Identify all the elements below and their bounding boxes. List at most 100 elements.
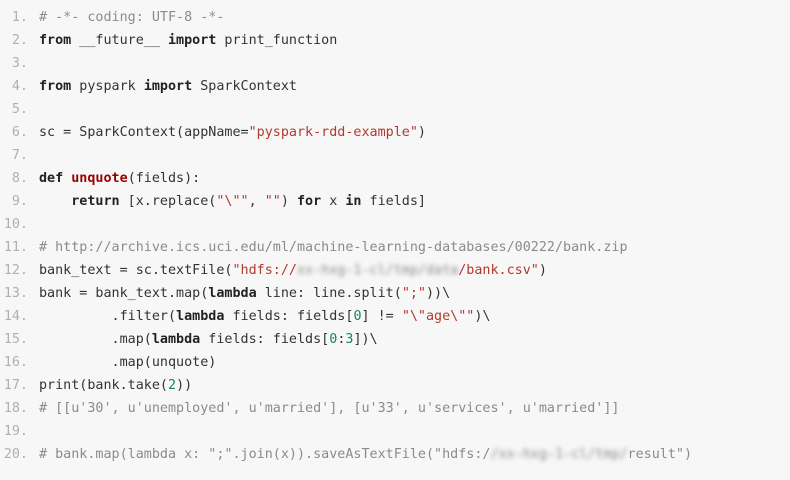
code-token: )): [176, 378, 193, 393]
code-token: def: [39, 171, 64, 186]
code-token: result"): [627, 447, 693, 462]
code-line: 10.: [0, 213, 790, 236]
code-token: fields: fields[: [224, 309, 354, 324]
code-token: "\"age\"": [401, 309, 475, 324]
line-number: 1.: [11, 10, 28, 25]
code-token: __future__: [71, 33, 168, 48]
code-token: .map(: [39, 332, 152, 347]
code-line: 3.: [0, 52, 790, 75]
code-line: 16. .map(unquote): [0, 351, 790, 374]
code-token: "\"": [216, 194, 249, 209]
redacted-text: /xx-hxg-1-cl/tmp/: [490, 447, 628, 462]
code-line: 17. print(bank.take(2)): [0, 374, 790, 397]
code-token: print_function: [216, 33, 338, 48]
code-line: 6. sc = SparkContext(appName="pyspark-rdd…: [0, 121, 790, 144]
line-number: 4.: [11, 79, 28, 94]
line-number: 19.: [3, 424, 28, 439]
code-token: fields]: [361, 194, 426, 209]
line-number: 17.: [3, 378, 28, 393]
code-token: line: line.split(: [256, 286, 402, 301]
code-token: import: [143, 79, 193, 94]
code-token: for: [297, 194, 322, 209]
code-token: lambda: [176, 309, 225, 324]
code-token: import: [168, 33, 217, 48]
code-token: print(bank.take(: [39, 378, 168, 393]
line-number: 5.: [11, 102, 28, 117]
code-line: 12. bank_text = sc.textFile("hdfs://xx-hx…: [0, 259, 790, 282]
code-token: unquote: [71, 171, 128, 186]
code-line: 2. from __future__ import print_function: [0, 29, 790, 52]
line-number: 6.: [11, 125, 28, 140]
code-text: print(bank.take(2)): [39, 374, 192, 397]
line-number: 3.: [11, 56, 28, 71]
code-text: def unquote(fields):: [39, 167, 200, 190]
code-token: # bank.map(lambda x: ";".join(x)).saveAs…: [39, 447, 491, 462]
line-number: 9.: [11, 194, 28, 209]
line-number: 13.: [3, 286, 28, 301]
code-text: .filter(lambda fields: fields[0] != "\"a…: [39, 305, 491, 328]
line-number: 12.: [3, 263, 28, 278]
code-token: # http://archive.ics.uci.edu/ml/machine-…: [39, 240, 628, 255]
code-token: SparkContext: [192, 79, 297, 94]
code-line: 14. .filter(lambda fields: fields[0] != …: [0, 305, 790, 328]
code-token: "hdfs://: [232, 263, 297, 278]
code-line: 11. # http://archive.ics.uci.edu/ml/machi…: [0, 236, 790, 259]
line-number: 16.: [3, 355, 28, 370]
code-token: lambda: [208, 286, 257, 301]
code-token: bank = bank_text.map(: [39, 286, 209, 301]
code-text: from __future__ import print_function: [39, 29, 337, 52]
code-token: .map(unquote): [39, 355, 217, 370]
code-token: bank_text = sc.textFile(: [39, 263, 233, 278]
code-line: 8. def unquote(fields):: [0, 167, 790, 190]
code-token: # [[u'30', u'unemployed', u'married'], […: [39, 401, 620, 416]
code-token: pyspark: [71, 79, 144, 94]
code-token: "": [264, 194, 281, 209]
code-line: 19.: [0, 420, 790, 443]
code-token: ): [280, 194, 297, 209]
code-block: 1. # -*- coding: UTF-8 -*- 2. from __future…: [0, 0, 790, 466]
code-text: sc = SparkContext(appName="pyspark-rdd-e…: [39, 121, 426, 144]
line-number: 2.: [11, 33, 28, 48]
code-line: 4. from pyspark import SparkContext: [0, 75, 790, 98]
line-number: 11.: [3, 240, 28, 255]
code-line: 1. # -*- coding: UTF-8 -*-: [0, 6, 790, 29]
code-line: 7.: [0, 144, 790, 167]
code-text: .map(unquote): [39, 351, 217, 374]
code-token: # -*- coding: UTF-8 -*-: [39, 10, 225, 25]
code-token: fields: fields[: [200, 332, 330, 347]
code-token: return: [71, 194, 120, 209]
code-token: (fields):: [127, 171, 201, 186]
code-text: # [[u'30', u'unemployed', u'married'], […: [39, 397, 619, 420]
code-text: # -*- coding: UTF-8 -*-: [39, 6, 224, 29]
code-token: 2: [168, 378, 177, 393]
code-token: x: [321, 194, 346, 209]
code-text: from pyspark import SparkContext: [39, 75, 297, 98]
code-line: 20. # bank.map(lambda x: ";".join(x)).sav…: [0, 443, 790, 466]
code-token: in: [345, 194, 362, 209]
code-line: 9. return [x.replace("\"", "") for x in …: [0, 190, 790, 213]
code-token: ): [417, 125, 426, 140]
code-token: ): [538, 263, 547, 278]
code-text: return [x.replace("\"", "") for x in fie…: [39, 190, 426, 213]
code-token: )\: [474, 309, 491, 324]
code-line: 15. .map(lambda fields: fields[0:3])\: [0, 328, 790, 351]
code-token: ";": [401, 286, 426, 301]
code-token: /bank.csv": [458, 263, 539, 278]
line-number: 18.: [3, 401, 28, 416]
line-number: 10.: [3, 217, 28, 232]
code-token: ] !=: [361, 309, 402, 324]
code-token: lambda: [151, 332, 201, 347]
code-text: # http://archive.ics.uci.edu/ml/machine-…: [39, 236, 628, 259]
code-token: [x.replace(: [119, 194, 217, 209]
code-token: from: [39, 79, 72, 94]
code-token: ,: [248, 194, 265, 209]
code-line: 5.: [0, 98, 790, 121]
code-text: # bank.map(lambda x: ";".join(x)).saveAs…: [39, 443, 692, 466]
code-text: bank = bank_text.map(lambda line: line.s…: [39, 282, 450, 305]
code-token: sc = SparkContext(appName=: [39, 125, 249, 140]
line-number: 7.: [11, 148, 28, 163]
code-line: 13. bank = bank_text.map(lambda line: lin…: [0, 282, 790, 305]
redacted-text: xx-hxg-1-cl/tmp/data: [296, 263, 459, 278]
line-number: 14.: [3, 309, 28, 324]
